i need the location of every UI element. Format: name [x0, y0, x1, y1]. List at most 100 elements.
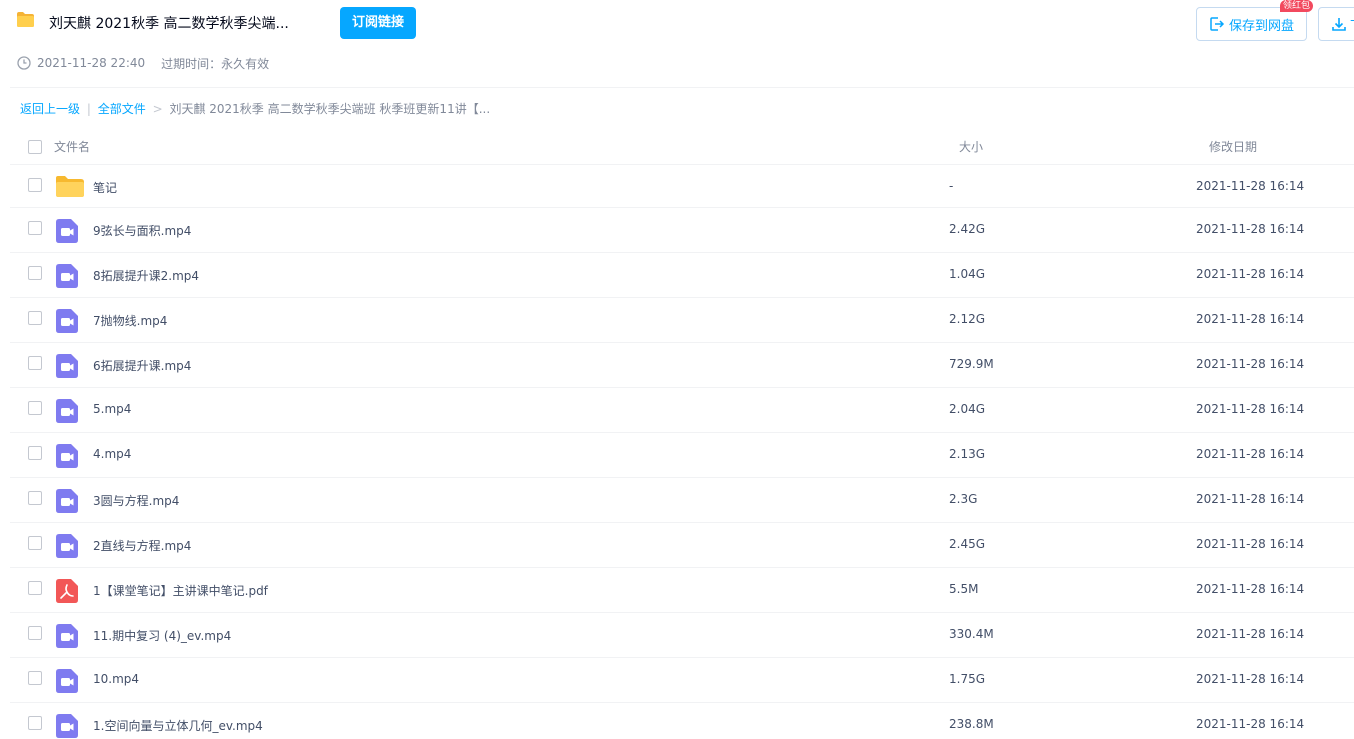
file-date: 2021-11-28 16:14	[1196, 267, 1305, 281]
video-file-icon	[56, 219, 78, 246]
all-files-link[interactable]: 全部文件	[98, 102, 146, 116]
subscribe-link-button[interactable]: 订阅链接	[340, 7, 416, 39]
folder-icon	[56, 176, 84, 201]
video-file-icon	[56, 669, 78, 696]
file-row[interactable]: 7抛物线.mp4 2.12G 2021-11-28 16:14	[10, 298, 1354, 343]
file-size: 2.45G	[949, 537, 986, 551]
expire-time: 过期时间：永久有效	[161, 56, 270, 71]
clock-icon	[17, 56, 31, 70]
file-date: 2021-11-28 16:14	[1196, 222, 1305, 236]
row-checkbox[interactable]	[28, 178, 42, 192]
row-checkbox[interactable]	[28, 536, 42, 550]
header-divider	[10, 87, 1354, 88]
file-row[interactable]: 笔记 - 2021-11-28 16:14	[10, 165, 1354, 208]
file-name[interactable]: 9弦长与面积.mp4	[93, 222, 191, 239]
file-list: 笔记 - 2021-11-28 16:14 9弦长与面积.mp4 2.42G 2021-1…	[10, 165, 1354, 739]
file-row[interactable]: 3圆与方程.mp4 2.3G 2021-11-28 16:14	[10, 478, 1354, 523]
file-size: 330.4M	[949, 627, 994, 641]
file-date: 2021-11-28 16:14	[1196, 357, 1305, 371]
pdf-file-icon	[56, 579, 78, 606]
breadcrumb-current: 刘天麒 2021秋季 高二数学秋季尖端班 秋季班更新11讲【...	[169, 102, 491, 116]
row-checkbox[interactable]	[28, 356, 42, 370]
video-file-icon	[56, 399, 78, 426]
row-checkbox[interactable]	[28, 491, 42, 505]
file-name[interactable]: 5.mp4	[93, 402, 131, 416]
file-date: 2021-11-28 16:14	[1196, 447, 1305, 461]
column-name-header[interactable]: 文件名	[54, 138, 90, 155]
file-date: 2021-11-28 16:14	[1196, 582, 1305, 596]
file-row[interactable]: 11.期中复习 (4)_ev.mp4 330.4M 2021-11-28 16:14	[10, 613, 1354, 658]
column-size-header[interactable]: 大小	[959, 138, 983, 155]
file-row[interactable]: 9弦长与面积.mp4 2.42G 2021-11-28 16:14	[10, 208, 1354, 253]
file-name[interactable]: 6拓展提升课.mp4	[93, 357, 191, 374]
select-all-checkbox[interactable]	[28, 140, 42, 154]
row-checkbox[interactable]	[28, 581, 42, 595]
file-size: -	[949, 179, 954, 193]
file-name[interactable]: 1.空间向量与立体几何_ev.mp4	[93, 717, 263, 734]
table-header: 文件名 大小 修改日期	[10, 128, 1354, 165]
file-size: 2.42G	[949, 222, 986, 236]
share-header: 刘天麒 2021秋季 高二数学秋季尖端... 订阅链接 2021-11-28 2…	[0, 0, 1354, 88]
file-name[interactable]: 7抛物线.mp4	[93, 312, 167, 329]
file-row[interactable]: 8拓展提升课2.mp4 1.04G 2021-11-28 16:14	[10, 253, 1354, 298]
file-row[interactable]: 5.mp4 2.04G 2021-11-28 16:14	[10, 388, 1354, 433]
file-name[interactable]: 4.mp4	[93, 447, 131, 461]
file-name[interactable]: 笔记	[93, 179, 117, 196]
file-size: 1.75G	[949, 672, 986, 686]
breadcrumb: 返回上一级 | 全部文件 > 刘天麒 2021秋季 高二数学秋季尖端班 秋季班更…	[20, 100, 490, 117]
folder-icon	[17, 12, 34, 27]
video-file-icon	[56, 264, 78, 291]
file-size: 2.3G	[949, 492, 978, 506]
row-checkbox[interactable]	[28, 311, 42, 325]
file-size: 2.04G	[949, 402, 986, 416]
file-date: 2021-11-28 16:14	[1196, 179, 1305, 193]
row-checkbox[interactable]	[28, 671, 42, 685]
file-size: 238.8M	[949, 717, 994, 731]
breadcrumb-separator: |	[86, 102, 91, 116]
video-file-icon	[56, 534, 78, 561]
back-link[interactable]: 返回上一级	[20, 102, 80, 116]
file-size: 2.12G	[949, 312, 986, 326]
share-title: 刘天麒 2021秋季 高二数学秋季尖端...	[49, 16, 289, 32]
column-date-header[interactable]: 修改日期	[1209, 138, 1257, 155]
file-size: 1.04G	[949, 267, 986, 281]
video-file-icon	[56, 624, 78, 651]
file-name[interactable]: 10.mp4	[93, 672, 139, 686]
file-name[interactable]: 3圆与方程.mp4	[93, 492, 179, 509]
red-packet-badge[interactable]: 领红包	[1280, 0, 1314, 12]
row-checkbox[interactable]	[28, 266, 42, 280]
file-date: 2021-11-28 16:14	[1196, 672, 1305, 686]
download-button[interactable]: 下	[1318, 7, 1354, 41]
row-checkbox[interactable]	[28, 716, 42, 730]
file-name[interactable]: 2直线与方程.mp4	[93, 537, 191, 554]
save-to-drive-button[interactable]: 保存到网盘	[1196, 7, 1307, 41]
share-meta: 2021-11-28 22:40 过期时间：永久有效	[17, 55, 269, 71]
created-time: 2021-11-28 22:40	[37, 56, 146, 70]
file-date: 2021-11-28 16:14	[1196, 627, 1305, 641]
file-size: 729.9M	[949, 357, 994, 371]
video-file-icon	[56, 444, 78, 471]
file-row[interactable]: 1【课堂笔记】主讲课中笔记.pdf 5.5M 2021-11-28 16:14	[10, 568, 1354, 613]
file-row[interactable]: 1.空间向量与立体几何_ev.mp4 238.8M 2021-11-28 16:14	[10, 703, 1354, 739]
file-row[interactable]: 10.mp4 1.75G 2021-11-28 16:14	[10, 658, 1354, 703]
row-checkbox[interactable]	[28, 626, 42, 640]
file-size: 5.5M	[949, 582, 979, 596]
file-name[interactable]: 1【课堂笔记】主讲课中笔记.pdf	[93, 582, 268, 599]
file-date: 2021-11-28 16:14	[1196, 492, 1305, 506]
row-checkbox[interactable]	[28, 446, 42, 460]
save-label: 保存到网盘	[1228, 18, 1294, 34]
file-name[interactable]: 11.期中复习 (4)_ev.mp4	[93, 627, 231, 644]
file-date: 2021-11-28 16:14	[1196, 312, 1305, 326]
save-icon	[1210, 17, 1225, 31]
download-icon	[1332, 18, 1346, 31]
file-row[interactable]: 2直线与方程.mp4 2.45G 2021-11-28 16:14	[10, 523, 1354, 568]
file-row[interactable]: 6拓展提升课.mp4 729.9M 2021-11-28 16:14	[10, 343, 1354, 388]
file-date: 2021-11-28 16:14	[1196, 537, 1305, 551]
file-row[interactable]: 4.mp4 2.13G 2021-11-28 16:14	[10, 433, 1354, 478]
video-file-icon	[56, 354, 78, 381]
row-checkbox[interactable]	[28, 221, 42, 235]
row-checkbox[interactable]	[28, 401, 42, 415]
file-name[interactable]: 8拓展提升课2.mp4	[93, 267, 199, 284]
video-file-icon	[56, 309, 78, 336]
download-label: 下	[1350, 15, 1354, 34]
